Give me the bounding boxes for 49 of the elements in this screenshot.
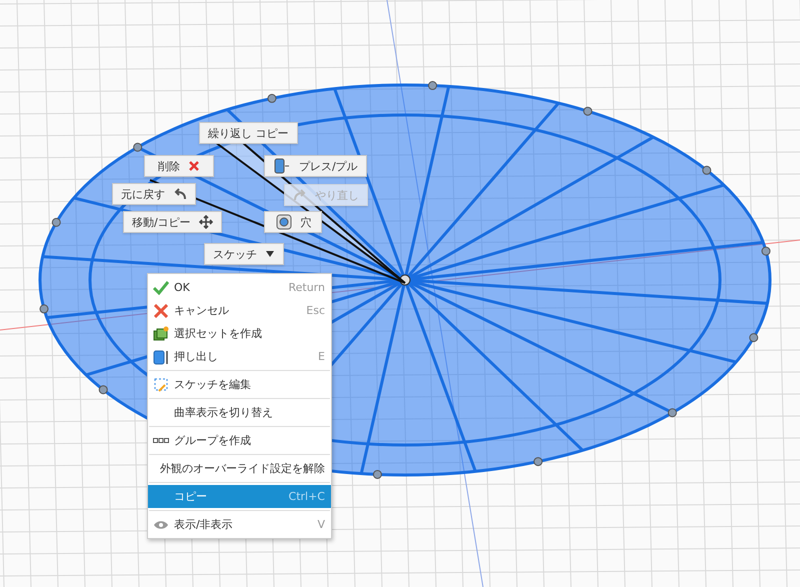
edit-sketch-icon: [153, 376, 169, 392]
control-point: [583, 106, 592, 116]
menu-item[interactable]: 押し出し E: [148, 345, 331, 368]
cross-icon: [154, 304, 168, 318]
selection-set-icon: [153, 326, 169, 342]
menu-item[interactable]: キャンセル Esc: [148, 299, 331, 322]
control-point: [534, 457, 543, 466]
control-point: [372, 470, 382, 479]
control-point: [133, 142, 142, 152]
menu-item[interactable]: OK Return: [148, 276, 331, 299]
marking-menu-button[interactable]: スケッチ: [204, 243, 284, 265]
control-point: [702, 166, 712, 175]
dropdown-caret-icon: [265, 250, 275, 258]
control-point: [52, 218, 61, 227]
menu-item[interactable]: 表示/非表示 V: [148, 513, 331, 536]
marking-menu-button[interactable]: 穴: [264, 211, 322, 233]
eye-icon: [153, 520, 169, 530]
control-point: [428, 81, 438, 90]
menu-item[interactable]: 外観のオーバーライド設定を解除: [148, 457, 331, 480]
shortcut-label: Ctrl+C: [288, 490, 325, 503]
control-point: [40, 304, 49, 314]
check-icon: [153, 280, 169, 294]
close-icon: [188, 160, 200, 172]
marking-menu-button[interactable]: 元に戻す: [112, 183, 196, 205]
marking-menu-button[interactable]: 移動/コピー: [123, 211, 222, 233]
shortcut-label: Return: [288, 281, 325, 294]
redo-icon: [293, 189, 307, 201]
group-icon: [153, 438, 169, 444]
menu-item[interactable]: グループを作成: [148, 429, 331, 452]
press-pull-icon: [273, 157, 291, 175]
shortcut-label: Esc: [306, 304, 325, 317]
marking-menu-button[interactable]: 繰り返し コピー: [199, 122, 298, 144]
menu-item[interactable]: コピー Ctrl+C: [148, 485, 331, 508]
undo-icon: [173, 188, 187, 200]
extrude-icon: [153, 348, 169, 364]
shortcut-label: V: [317, 518, 325, 531]
control-point: [98, 385, 108, 394]
control-point: [267, 94, 276, 103]
shortcut-label: E: [318, 350, 325, 363]
menu-item[interactable]: 曲率表示を切り替え: [148, 401, 331, 424]
control-point: [668, 408, 677, 418]
menu-item[interactable]: 選択セットを作成: [148, 322, 331, 345]
menu-item[interactable]: スケッチを編集: [148, 373, 331, 396]
marking-menu-button[interactable]: 削除: [144, 155, 214, 177]
move-icon: [198, 215, 213, 229]
hole-icon: [274, 213, 292, 231]
control-point: [761, 246, 770, 256]
control-point: [749, 333, 758, 342]
marking-menu-button[interactable]: プレス/プル: [264, 155, 367, 177]
